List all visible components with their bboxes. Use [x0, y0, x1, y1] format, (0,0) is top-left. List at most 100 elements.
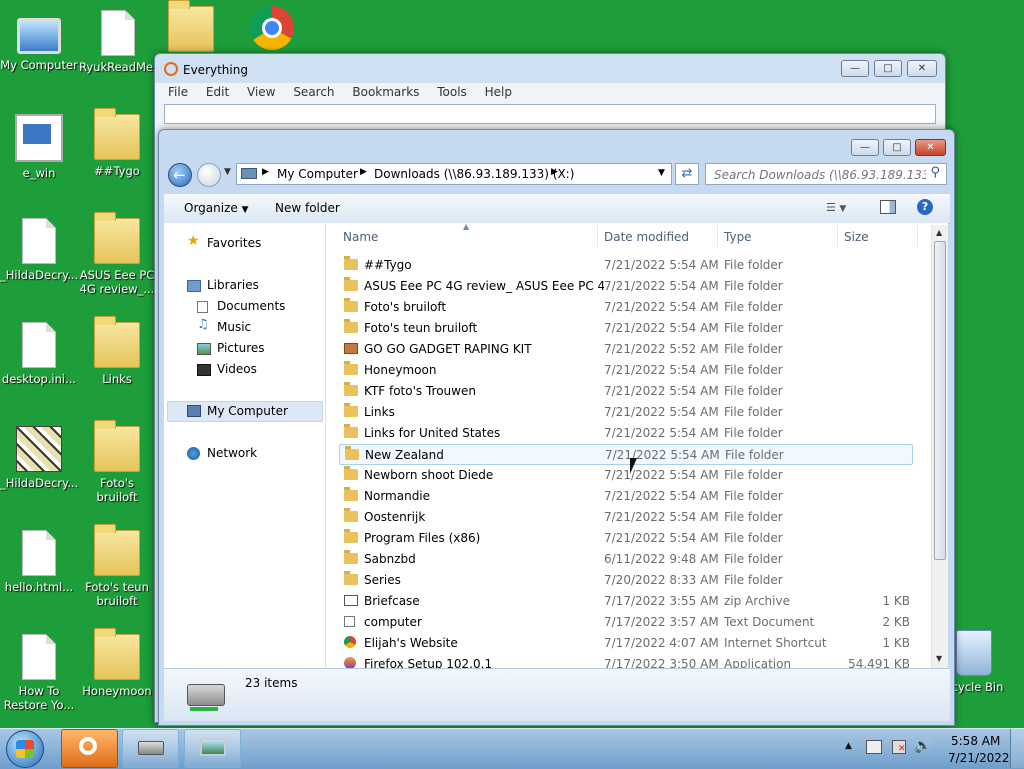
desktop-icon[interactable] [152, 0, 230, 56]
new-folder-button[interactable]: New folder [275, 201, 340, 215]
desktop-icon[interactable]: ASUS Eee PC 4G review_... [78, 212, 156, 296]
menu-tools[interactable]: Tools [437, 85, 467, 99]
file-row[interactable]: Sabnzbd 6/11/2022 9:48 AM File folder [339, 549, 913, 570]
explorer-close-button[interactable]: ✕ [915, 139, 946, 156]
file-type: File folder [724, 300, 783, 314]
explorer-minimize-button[interactable]: — [851, 139, 879, 156]
preview-pane-icon[interactable] [880, 200, 896, 214]
file-row[interactable]: Series 7/20/2022 8:33 AM File folder [339, 570, 913, 591]
nav-music[interactable]: Music [217, 320, 251, 334]
file-row[interactable]: Links for United States 7/21/2022 5:54 AM… [339, 423, 913, 444]
file-row[interactable]: Oostenrijk 7/21/2022 5:54 AM File folder [339, 507, 913, 528]
search-icon[interactable]: ⚲ [930, 165, 940, 180]
column-header-date[interactable]: Date modified [604, 230, 689, 244]
menu-edit[interactable]: Edit [206, 85, 229, 99]
desktop-icon[interactable]: Honeymoon [78, 628, 156, 698]
desktop-icon[interactable]: How To Restore Yo... [0, 634, 78, 712]
column-divider[interactable] [837, 225, 838, 247]
nav-my-computer[interactable]: My Computer [207, 404, 288, 418]
nav-network[interactable]: Network [207, 446, 257, 460]
column-divider[interactable] [717, 225, 718, 247]
file-row[interactable]: Links 7/21/2022 5:54 AM File folder [339, 402, 913, 423]
clock-date[interactable]: 7/21/2022 [948, 751, 1010, 765]
desktop-icon[interactable]: Foto's bruiloft [78, 420, 156, 504]
column-header-type[interactable]: Type [724, 230, 752, 244]
maximize-button[interactable]: □ [874, 60, 902, 77]
view-options-icon[interactable]: ☰ ▼ [826, 201, 846, 214]
explorer-maximize-button[interactable]: □ [883, 139, 911, 156]
taskbar-explorer[interactable] [122, 729, 179, 768]
action-center-icon[interactable] [866, 740, 882, 754]
nav-libraries[interactable]: Libraries [207, 278, 259, 292]
show-desktop-button[interactable] [1010, 729, 1024, 768]
scroll-up-arrow-icon[interactable]: ▲ [936, 228, 942, 237]
file-row[interactable]: Foto's bruiloft 7/21/2022 5:54 AM File fol… [339, 297, 913, 318]
desktop-icon[interactable] [233, 6, 311, 54]
close-button[interactable]: ✕ [907, 60, 937, 77]
taskbar-computer[interactable] [184, 729, 241, 768]
file-row[interactable]: GO GO GADGET RAPING KIT 7/21/2022 5:52 AM… [339, 339, 913, 360]
file-row[interactable]: Newborn shoot Diede 7/21/2022 5:54 AM File… [339, 465, 913, 486]
desktop-icon-label: _HildaDecry... [0, 268, 79, 282]
back-button[interactable]: ← [168, 163, 192, 187]
desktop-icon[interactable]: My Computer [0, 10, 78, 72]
nav-documents[interactable]: Documents [217, 299, 285, 313]
column-divider[interactable] [917, 225, 918, 247]
column-divider[interactable] [597, 225, 598, 247]
recent-pages-chevron-icon[interactable]: ▼ [224, 167, 231, 177]
everything-search-input[interactable] [164, 104, 936, 124]
desktop-icon[interactable]: ##Tygo [78, 108, 156, 178]
nav-videos[interactable]: Videos [217, 362, 257, 376]
nav-favorites[interactable]: Favorites [207, 236, 261, 250]
show-hidden-icons[interactable]: ▲ [845, 741, 852, 751]
menu-help[interactable]: Help [485, 85, 512, 99]
nav-pictures[interactable]: Pictures [217, 341, 265, 355]
network-tray-icon[interactable]: ✕ [892, 740, 906, 754]
file-row[interactable]: KTF foto's Trouwen 7/21/2022 5:54 AM File … [339, 381, 913, 402]
desktop-icon[interactable]: hello.html... [0, 530, 78, 594]
scroll-thumb[interactable] [934, 241, 946, 560]
organize-button[interactable]: Organize ▼ [184, 201, 249, 215]
menu-file[interactable]: File [168, 85, 188, 99]
desktop-icon[interactable]: _HildaDecry... [0, 426, 78, 490]
file-row[interactable]: Honeymoon 7/21/2022 5:54 AM File folder [339, 360, 913, 381]
column-header-size[interactable]: Size [844, 230, 869, 244]
file-row[interactable]: ASUS Eee PC 4G review_ ASUS Eee PC 4G ..… [339, 276, 913, 297]
file-date: 7/21/2022 5:54 AM [604, 363, 719, 377]
forward-button[interactable] [197, 163, 221, 187]
breadcrumb-my-computer[interactable]: My Computer [277, 167, 358, 181]
breadcrumb-downloads[interactable]: Downloads (\\86.93.189.133) (X:) [374, 167, 574, 181]
desktop-icon[interactable]: desktop.ini... [0, 322, 78, 386]
vertical-scrollbar[interactable]: ▲ ▼ [931, 225, 948, 668]
file-row[interactable]: Foto's teun bruiloft 7/21/2022 5:54 AM Fil… [339, 318, 913, 339]
desktop-icon[interactable]: e_win [0, 114, 78, 180]
desktop-icon[interactable]: _HildaDecry... [0, 218, 78, 282]
explorer-search-input[interactable] [712, 166, 928, 184]
file-row[interactable]: ##Tygo 7/21/2022 5:54 AM File folder [339, 255, 913, 276]
refresh-button[interactable]: ⇄ [675, 163, 699, 185]
column-header-name[interactable]: Name [343, 230, 378, 244]
clock-time[interactable]: 5:58 AM [951, 734, 1000, 748]
scroll-down-arrow-icon[interactable]: ▼ [936, 654, 942, 663]
file-row[interactable]: Briefcase 7/17/2022 3:55 AM zip Archive 1 K… [339, 591, 913, 612]
file-row[interactable]: New Zealand 7/21/2022 5:54 AM File folder [339, 444, 913, 465]
explorer-search-box[interactable]: ⚲ [705, 163, 947, 185]
taskbar-everything[interactable] [61, 729, 118, 768]
address-dropdown-icon[interactable]: ▼ [658, 168, 665, 178]
minimize-button[interactable]: — [841, 60, 869, 77]
menu-bookmarks[interactable]: Bookmarks [352, 85, 419, 99]
file-row[interactable]: Elijah's Website 7/17/2022 4:07 AM Interne… [339, 633, 913, 654]
menu-view[interactable]: View [247, 85, 275, 99]
file-row[interactable]: computer 7/17/2022 3:57 AM Text Document 2 … [339, 612, 913, 633]
desktop-icon[interactable]: Links [78, 316, 156, 386]
volume-icon[interactable]: 🔊 [914, 738, 931, 754]
desktop-icon[interactable]: Foto's teun bruiloft [78, 524, 156, 608]
file-row[interactable]: Program Files (x86) 7/21/2022 5:54 AM File… [339, 528, 913, 549]
start-button[interactable] [6, 730, 44, 768]
file-row[interactable]: Normandie 7/21/2022 5:54 AM File folder [339, 486, 913, 507]
file-row[interactable]: Firefox Setup 102.0.1 7/17/2022 3:50 AM Ap… [339, 654, 913, 668]
desktop-icon[interactable]: RyukReadMe.txt [79, 10, 173, 74]
menu-search[interactable]: Search [293, 85, 334, 99]
help-icon[interactable]: ? [917, 199, 933, 215]
sort-ascending-icon: ▲ [463, 222, 470, 231]
